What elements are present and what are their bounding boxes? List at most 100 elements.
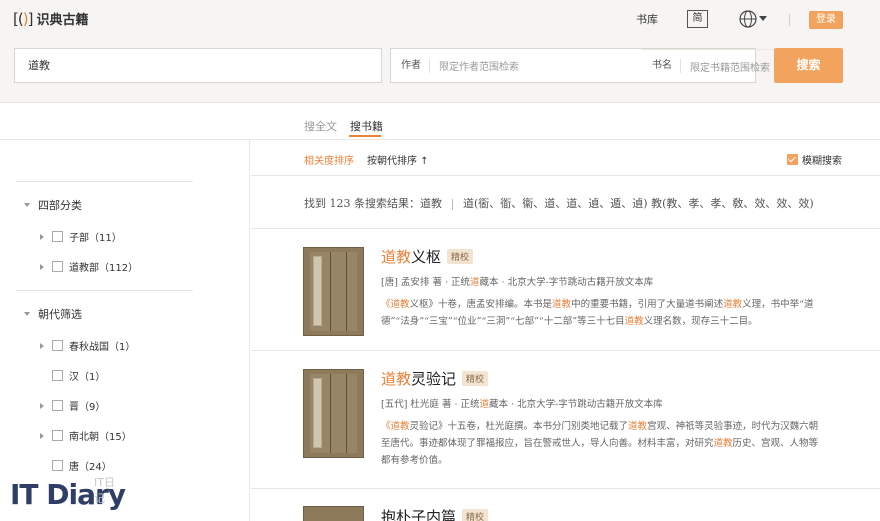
book-title[interactable]: 抱朴子内篇 精校 xyxy=(381,506,489,521)
tab-books[interactable]: 搜书籍 xyxy=(350,118,383,134)
book-description: 《道教灵验记》十五卷，杜光庭撰。本书分门别类地记载了道教宫观、神祇等灵验事迹，时… xyxy=(381,418,847,469)
book-result[interactable]: 道教灵验记 精校 [五代] 杜光庭 著 · 正统道藏本 · 北京大学-字节跳动古… xyxy=(251,350,880,488)
chevron-down-icon xyxy=(759,16,767,21)
desc-highlight: 道教 xyxy=(713,438,733,449)
search-input[interactable]: 道教 xyxy=(14,48,382,83)
logo-text: 识典古籍 xyxy=(36,13,89,28)
book-meta: [五代] 杜光庭 著 · 正统道藏本 · 北京大学-字节跳动古籍开放文本库 xyxy=(381,396,663,410)
meta-text: [五代] 杜光庭 著 · 正统 xyxy=(381,399,480,410)
expand-icon[interactable] xyxy=(40,402,44,409)
dynasty-item[interactable]: 唐（24） xyxy=(40,458,112,473)
desc-highlight: 道教 xyxy=(390,299,410,310)
desc-highlight: 道教 xyxy=(723,299,743,310)
simplified-chinese-toggle[interactable]: 简 xyxy=(687,10,708,28)
sidebar-divider xyxy=(16,290,193,291)
globe-icon xyxy=(739,10,757,28)
expand-icon[interactable] xyxy=(40,342,44,349)
cover-page xyxy=(310,374,357,453)
desc-text: 都有参考价值。 xyxy=(381,455,448,466)
book-cover-image[interactable] xyxy=(303,369,364,458)
cover-title-slip xyxy=(313,256,322,326)
dynasty-label: 春秋战国（1） xyxy=(69,342,136,353)
filter-sidebar: 四部分类 子部（11） 道教部（112） 朝代筛选 春秋战国（1） 汉（1） 晋… xyxy=(0,140,250,521)
book-filter-input[interactable]: 限定书籍范围检索 xyxy=(681,59,770,74)
nav-library-link[interactable]: 书库 xyxy=(636,11,658,27)
dynasty-label: 汉（1） xyxy=(69,372,106,383)
watermark-logo: IT Diary IT日记 xyxy=(10,476,126,511)
dynasty-checkbox[interactable] xyxy=(52,340,63,351)
book-title[interactable]: 道教灵验记 精校 xyxy=(381,368,489,389)
collapse-icon xyxy=(24,312,30,316)
cover-line xyxy=(330,374,331,453)
book-result[interactable]: 抱朴子内篇 精校 xyxy=(251,488,880,521)
expand-icon[interactable] xyxy=(40,263,44,270)
book-meta: [唐] 孟安排 著 · 正统道藏本 · 北京大学-字节跳动古籍开放文本库 xyxy=(381,274,653,288)
sidebar-divider xyxy=(16,181,193,182)
book-filter-label: 书名 xyxy=(642,59,681,73)
dynasty-label: 唐（24） xyxy=(69,462,112,473)
book-cover-image[interactable] xyxy=(303,247,364,336)
meta-text: 藏本 · 北京大学-字节跳动古籍开放文本库 xyxy=(479,277,654,288)
search-filter-box: 书名 限定书籍范围检索 作者 限定作者范围检索 xyxy=(390,48,826,83)
categories-section-toggle[interactable]: 四部分类 xyxy=(24,197,82,213)
top-header: [()] 识典古籍 书库 简 登录 道教 书名 限定书籍范围检索 作者 限定作者… xyxy=(0,0,880,103)
desc-text: 宫观、神祇等灵验事迹，时代为汉魏六朝 xyxy=(647,421,819,432)
book-title[interactable]: 道教义枢 精校 xyxy=(381,246,474,267)
tab-fulltext[interactable]: 搜全文 xyxy=(304,118,337,134)
summary-divider xyxy=(452,198,453,210)
book-result[interactable]: 道教义枢 精校 [唐] 孟安排 著 · 正统道藏本 · 北京大学-字节跳动古籍开… xyxy=(251,228,880,350)
meta-text: 藏本 · 北京大学-字节跳动古籍开放文本库 xyxy=(489,399,663,410)
cover-title-slip xyxy=(313,378,322,448)
proofread-badge: 精校 xyxy=(447,249,474,264)
dynasty-item[interactable]: 晋（9） xyxy=(40,398,105,413)
dynasty-checkbox[interactable] xyxy=(52,370,63,381)
categories-title: 四部分类 xyxy=(38,199,82,212)
cover-line xyxy=(330,252,331,331)
dynasty-label: 晋（9） xyxy=(69,402,106,413)
sort-by-relevance[interactable]: 相关度排序 xyxy=(304,152,354,167)
search-button[interactable]: 搜索 xyxy=(774,48,843,83)
category-item[interactable]: 道教部（112） xyxy=(40,259,138,274)
dynasty-checkbox[interactable] xyxy=(52,400,63,411)
language-selector[interactable] xyxy=(739,10,767,28)
desc-text: 义理，书中举“道 xyxy=(742,299,814,310)
dynasty-checkbox[interactable] xyxy=(52,460,63,471)
dynasty-item[interactable]: 汉（1） xyxy=(40,368,105,383)
category-checkbox[interactable] xyxy=(52,261,63,272)
book-description: 《道教义枢》十卷，唐孟安排编。本书是道教中的重要书籍，引用了大量道书阐述道教义理… xyxy=(381,296,847,330)
expand-icon[interactable] xyxy=(40,233,44,240)
category-item[interactable]: 子部（11） xyxy=(40,229,122,244)
dynasty-item[interactable]: 南北朝（15） xyxy=(40,428,132,443)
category-checkbox[interactable] xyxy=(52,231,63,242)
sort-by-dynasty[interactable]: 按朝代排序 ↑ xyxy=(367,152,429,167)
desc-text: 灵验记》十五卷，杜光庭撰。本书分门别类地记载了 xyxy=(409,421,629,432)
active-tab-indicator xyxy=(349,135,381,137)
desc-highlight: 道教 xyxy=(552,299,572,310)
dynasties-title: 朝代筛选 xyxy=(38,308,82,321)
variant-characters: 道(衟、衜、衞、道、道、遉、遁、遉) 教(教、孝、孝、敎、效、效、效) xyxy=(463,197,814,210)
desc-text: 至唐代。事迹都体现了罪福报应，旨在警戒世人，导人向善。材料丰富，对研究 xyxy=(381,438,714,449)
meta-text: [唐] 孟安排 著 · 正统 xyxy=(381,277,471,288)
desc-text: 义枢》十卷，唐孟安排编。本书是 xyxy=(409,299,553,310)
category-label: 道教部（112） xyxy=(69,263,139,274)
author-filter-input[interactable]: 限定作者范围检索 xyxy=(430,58,519,73)
author-filter[interactable]: 作者 限定作者范围检索 xyxy=(391,49,519,82)
desc-highlight: 道教 xyxy=(628,421,648,432)
fuzzy-checkbox[interactable] xyxy=(787,154,798,165)
title-highlight: 道教 xyxy=(381,248,412,266)
author-filter-label: 作者 xyxy=(391,58,430,73)
book-cover-image[interactable] xyxy=(303,506,364,521)
site-logo[interactable]: [()] 识典古籍 xyxy=(13,9,89,29)
desc-text: 义理名数，现存三十二目。 xyxy=(643,316,758,327)
title-text: 义枢 xyxy=(411,248,442,266)
nav-divider xyxy=(789,14,790,26)
dynasty-label: 南北朝（15） xyxy=(69,432,132,443)
dynasty-checkbox[interactable] xyxy=(52,430,63,441)
login-button[interactable]: 登录 xyxy=(809,11,843,29)
dynasties-section-toggle[interactable]: 朝代筛选 xyxy=(24,306,82,322)
fuzzy-search-toggle[interactable]: 模糊搜索 xyxy=(787,152,842,167)
expand-icon[interactable] xyxy=(40,432,44,439)
title-text: 灵验记 xyxy=(411,370,457,388)
category-label: 子部（11） xyxy=(69,233,122,244)
dynasty-item[interactable]: 春秋战国（1） xyxy=(40,338,135,353)
